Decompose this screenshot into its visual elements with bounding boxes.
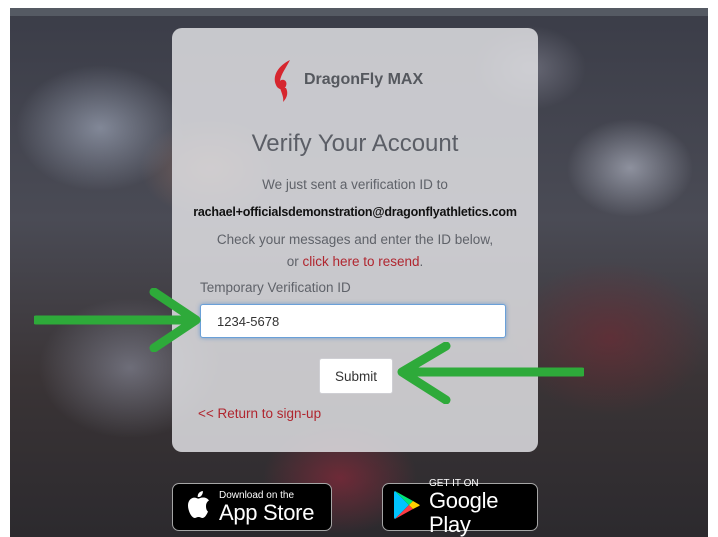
google-play-big-text: Google Play: [429, 487, 499, 537]
google-play-badge[interactable]: GET IT ON Google Play: [382, 478, 538, 536]
google-play-icon: [393, 490, 421, 525]
background-photo: DragonFly MAX Verify Your Account We jus…: [10, 8, 708, 537]
resend-suffix: .: [419, 254, 424, 269]
google-play-text: GET IT ON Google Play: [429, 478, 537, 537]
check-line: Check your messages and enter the ID bel…: [216, 232, 494, 247]
submit-button[interactable]: Submit: [319, 358, 393, 394]
sent-line: We just sent a verification ID to: [262, 177, 448, 192]
resend-link[interactable]: click here to resend: [302, 254, 419, 269]
google-play-small-text: GET IT ON: [429, 477, 479, 489]
app-store-text: Download on the App Store: [219, 490, 314, 525]
resend-prefix: or: [286, 254, 303, 269]
brand-name: DragonFly MAX: [304, 71, 424, 88]
app-store-big-text: App Store: [219, 499, 315, 525]
arrow-to-input-icon: [34, 288, 201, 352]
page-title: Verify Your Account: [251, 130, 459, 157]
return-to-signup-link[interactable]: << Return to sign-up: [198, 406, 321, 421]
verification-id-input[interactable]: 1234-5678: [200, 304, 506, 338]
resend-line: or click here to resend.: [172, 254, 538, 269]
email-address: rachael+officialsdemonstration@dragonfly…: [193, 205, 517, 219]
verification-id-label: Temporary Verification ID: [200, 280, 351, 295]
dragonfly-logo-icon: [268, 58, 298, 102]
brand-logo: DragonFly MAX: [268, 58, 423, 102]
arrow-to-submit-icon: [397, 342, 584, 404]
app-store-small-text: Download on the: [219, 489, 295, 501]
app-store-badge[interactable]: Download on the App Store: [172, 483, 332, 531]
top-bar: [10, 8, 708, 16]
apple-icon: [185, 490, 211, 525]
